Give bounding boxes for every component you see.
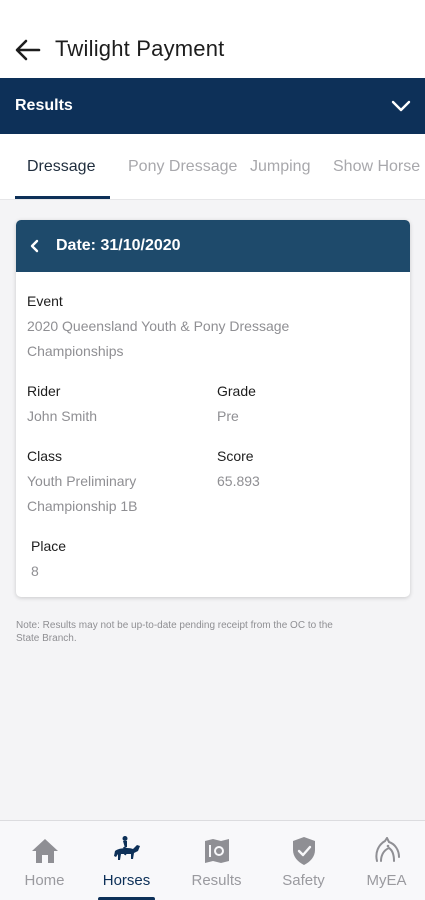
score-value: 65.893 <box>217 473 260 489</box>
app-header: Twilight Payment <box>0 0 425 78</box>
back-button[interactable] <box>14 36 42 64</box>
nav-horses[interactable]: Horses <box>84 821 169 900</box>
nav-home-label: Home <box>24 872 65 889</box>
class-value-line2: Championship 1B <box>27 498 138 514</box>
tab-show-horse[interactable]: Show Horse <box>333 158 420 176</box>
result-card: Date: 31/10/2020 Event 2020 Queensland Y… <box>16 220 410 597</box>
results-dropdown-label: Results <box>15 97 73 114</box>
grade-value: Pre <box>217 408 239 424</box>
class-label: Class <box>27 448 63 464</box>
note-line1: Note: Results may not be up-to-date pend… <box>16 620 333 631</box>
shield-check-icon <box>288 835 320 867</box>
nav-safety-label: Safety <box>282 872 325 889</box>
nav-myea[interactable]: MyEA <box>344 821 425 900</box>
nav-horses-label: Horses <box>102 872 151 889</box>
chevron-left-icon <box>30 239 39 253</box>
nav-safety[interactable]: Safety <box>261 821 346 900</box>
nav-results-label: Results <box>191 872 242 889</box>
note-line2: State Branch. <box>16 633 77 644</box>
results-note: Note: Results may not be up-to-date pend… <box>16 619 411 645</box>
horse-head-icon <box>371 835 403 867</box>
class-value-line1: Youth Preliminary <box>27 473 137 489</box>
result-date-header[interactable]: Date: 31/10/2020 <box>16 220 410 272</box>
nav-results[interactable]: Results <box>174 821 259 900</box>
page-title: Twilight Payment <box>55 36 225 61</box>
rider-value: John Smith <box>27 408 98 424</box>
rider-label: Rider <box>27 383 61 399</box>
horse-rider-icon <box>111 835 143 867</box>
active-tab-indicator <box>15 196 110 199</box>
bottom-navigation: Home Horses Results Safety MyEA <box>0 820 425 900</box>
result-date: Date: 31/10/2020 <box>56 237 181 254</box>
arrow-left-icon <box>15 39 41 61</box>
place-value: 8 <box>31 563 39 579</box>
event-label: Event <box>27 293 63 309</box>
event-value-line2: Championships <box>27 343 124 359</box>
nav-home[interactable]: Home <box>2 821 87 900</box>
results-icon <box>201 835 233 867</box>
discipline-tabs: Dressage Pony Dressage Jumping Show Hors… <box>0 134 425 200</box>
place-label: Place <box>31 538 67 554</box>
score-label: Score <box>217 448 254 464</box>
results-dropdown[interactable]: Results <box>0 78 425 134</box>
tab-pony-dressage[interactable]: Pony Dressage <box>128 158 237 176</box>
chevron-down-icon <box>391 100 411 112</box>
tab-dressage[interactable]: Dressage <box>27 158 95 176</box>
tab-jumping[interactable]: Jumping <box>250 158 310 176</box>
grade-label: Grade <box>217 383 256 399</box>
home-icon <box>29 835 61 867</box>
nav-myea-label: MyEA <box>366 872 407 889</box>
event-value-line1: 2020 Queensland Youth & Pony Dressage <box>27 318 290 334</box>
